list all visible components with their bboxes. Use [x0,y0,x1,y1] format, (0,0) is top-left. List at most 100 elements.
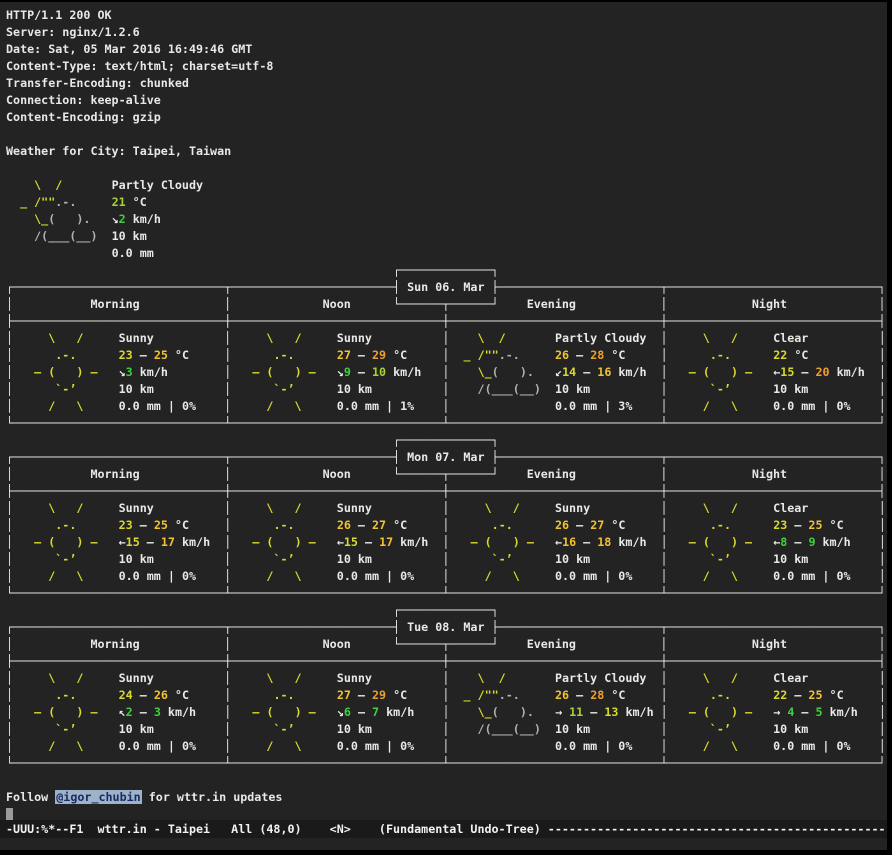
text-segment: km/h [175,535,210,549]
text-segment: km/h [161,705,196,719]
text-segment: ‒ ( ) ‒ [13,535,119,549]
text-segment: │ [6,382,13,396]
text-segment: 16 [562,535,576,549]
text-segment: km/h [379,705,414,719]
text-segment [154,722,224,736]
text-segment: │ [879,399,886,413]
text-segment: 2 [126,705,133,719]
text-segment: km/h [386,365,421,379]
text-segment: 10 km [337,722,372,736]
text-segment: – [583,705,604,719]
column-header-line: │ Morning │ Noon └──────┬──────┘ Evening… [6,466,886,483]
text-segment: °C [823,688,844,702]
text-segment: 3 [154,705,161,719]
text-segment: Clear [773,671,808,685]
text-segment: │ [879,331,886,345]
text-segment: – [569,688,590,702]
text-segment: ├──────────────────────────────┼────────… [6,484,886,498]
text-segment [625,688,660,702]
text-segment: `-’ [13,722,119,736]
text-segment: – [787,688,808,702]
text-segment: 17 [379,535,393,549]
text-segment [154,552,224,566]
text-segment: .-. [449,518,555,532]
column-header-line: │ Morning │ Noon └──────┬──────┘ Evening… [6,296,886,313]
text-segment: 29 [372,688,386,702]
text-segment: – [787,535,808,549]
text-segment: .-. [499,348,555,362]
text-segment: 0.0 mm | 0% [119,739,196,753]
text-segment: 21 [112,195,126,209]
text-segment [428,535,442,549]
text-segment [414,739,442,753]
text-segment [407,518,442,532]
text-segment [372,722,442,736]
text-segment: .-. [13,518,119,532]
text-segment: │ [879,382,886,396]
text-segment: \_ [449,705,491,719]
text-segment: Partly Cloudy [555,671,646,685]
text-segment [449,399,555,413]
text-segment: ‒ ( ) ‒ [668,365,774,379]
text-segment [654,705,661,719]
text-segment: 5 [816,705,823,719]
text-segment: – [133,348,154,362]
text-segment: 23 [119,518,133,532]
text-segment [372,331,442,345]
text-segment: .-. [231,518,337,532]
text-segment: 25 [808,688,822,702]
text-segment: 23 [119,348,133,362]
text-segment [808,552,878,566]
terminal-window: HTTP/1.1 200 OKServer: nginx/1.2.6Date: … [0,0,892,855]
text-segment: │ [6,501,13,515]
text-segment: 27 [337,348,351,362]
text-segment: ← [555,535,562,549]
text-segment: .-. [13,348,119,362]
text-segment: \ / [668,501,774,515]
text-segment: │ [6,705,13,719]
text-segment: .-. [668,348,774,362]
twitter-handle-link[interactable]: @igor_chubin [55,790,141,804]
text-segment: – [358,535,379,549]
text-segment [625,518,660,532]
text-segment: 0.0 mm | 0% [119,399,196,413]
text-segment: /(___(__) [449,722,555,736]
blank-line [6,126,886,143]
text-segment: `-’ [231,552,337,566]
text-segment [189,348,224,362]
forecast-row: │ ‒ ( ) ‒ ←15 – 17 km/h │ ‒ ( ) ‒ ←15 – … [6,534,886,551]
text-segment: / \ [449,569,555,583]
text-segment: │ [879,705,886,719]
text-segment: │ [879,671,886,685]
text-segment: 10 km [555,722,590,736]
text-segment: \_ [449,365,491,379]
blank-line [6,160,886,177]
forecast-row: │ / \ 0.0 mm | 0% │ / \ 0.0 mm | 0% │ / … [6,568,886,585]
text-segment: – [794,705,815,719]
text-segment: 15 [126,535,140,549]
forecast-row: │ \ / Sunny │ \ / Sunny │ \ / Partly Clo… [6,330,886,347]
text-segment [808,382,878,396]
forecast-row: │ \ / Sunny │ \ / Sunny │ \ / Partly Clo… [6,670,886,687]
table-separator: ├──────────────────────────────┼────────… [6,483,886,500]
text-segment: ┌─────────────┐ [6,263,499,277]
text-segment: Server: nginx/1.2.6 [6,25,140,39]
text-segment [808,331,878,345]
text-segment: 10 km [773,722,808,736]
text-segment: / \ [231,399,337,413]
text-segment: °C [386,518,407,532]
text-segment: .-. [499,688,555,702]
text-segment: \ / [231,671,337,685]
text-segment [407,688,442,702]
text-segment: │ [6,739,13,753]
http-header-line: Server: nginx/1.2.6 [6,24,886,41]
text-segment: ┌──────────────────────────────┬────────… [6,450,886,464]
text-segment: 29 [372,348,386,362]
text-segment: 0.0 mm | 0% [773,739,850,753]
text-segment [646,671,660,685]
text-segment: Sunny [119,501,154,515]
text-segment: 22 [773,348,787,362]
text-segment [414,569,442,583]
current-conditions-line: /(___(__) 10 km [6,228,886,245]
text-segment: 10 km [119,722,154,736]
